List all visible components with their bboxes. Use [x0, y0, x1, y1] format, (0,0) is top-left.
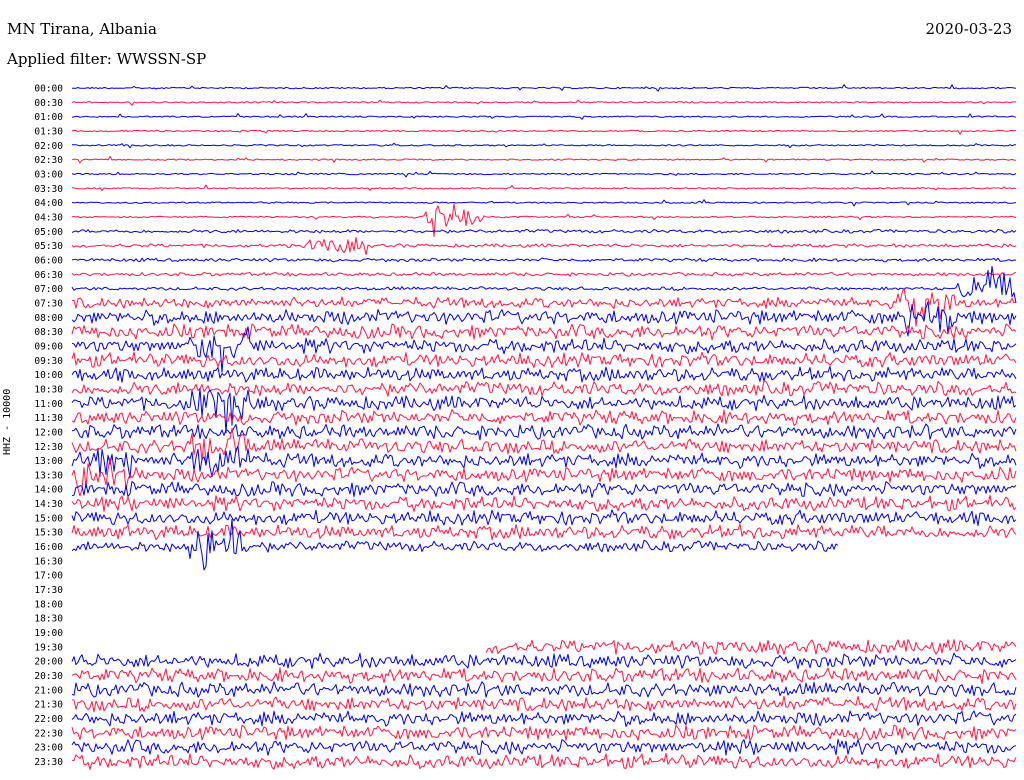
trace-line	[71, 681, 1017, 698]
trace-line	[71, 423, 1017, 441]
trace-line	[71, 509, 1017, 527]
time-tick-label: 04:30	[34, 212, 63, 223]
time-tick-label: 18:30	[34, 614, 63, 625]
time-tick-label: 13:00	[34, 456, 63, 467]
time-tick-label: 06:00	[34, 255, 63, 266]
time-tick-label: 02:30	[34, 155, 63, 166]
time-tick-label: 12:30	[34, 442, 63, 453]
time-tick-label: 10:00	[34, 370, 63, 381]
trace-line	[71, 667, 1017, 684]
time-tick-label: 20:00	[34, 657, 63, 668]
time-tick-label: 01:00	[34, 112, 63, 123]
time-tick-label: 00:30	[34, 98, 63, 109]
trace-line	[71, 99, 1016, 106]
trace-line	[71, 184, 1017, 192]
time-tick-label: 03:00	[34, 169, 63, 180]
time-tick-label: 09:00	[34, 341, 63, 352]
time-tick-label: 11:00	[34, 399, 63, 410]
trace-line	[71, 652, 1017, 670]
time-tick-label: 14:00	[34, 485, 63, 496]
time-tick-label: 06:30	[34, 270, 63, 281]
trace-line	[71, 518, 839, 571]
trace-line	[71, 287, 1017, 327]
trace-line	[72, 257, 1017, 263]
trace-line	[71, 494, 1017, 512]
trace-line	[71, 203, 1017, 238]
trace-line	[71, 271, 1017, 277]
time-tick-label: 15:00	[34, 513, 63, 524]
trace-line	[71, 457, 1017, 497]
time-tick-label: 20:30	[34, 671, 63, 682]
time-tick-label: 16:00	[34, 542, 63, 553]
time-tick-label: 16:30	[34, 556, 63, 567]
trace-line	[71, 170, 1017, 178]
trace-line	[71, 199, 1017, 207]
time-tick-label: 11:30	[34, 413, 63, 424]
trace-line	[71, 129, 1017, 135]
time-tick-label: 00:00	[34, 84, 63, 95]
trace-line	[71, 428, 1017, 463]
time-tick-label: 10:30	[34, 384, 63, 395]
time-tick-label: 17:00	[34, 571, 63, 582]
trace-line	[71, 481, 1017, 498]
trace-line	[71, 142, 1017, 149]
time-tick-label: 18:00	[34, 599, 63, 610]
time-tick-label: 01:30	[34, 126, 63, 137]
trace-line	[71, 752, 1017, 770]
helicorder-chart: 00:00 00:30 01:00 01:30 02:00 02:30 03:00 03:30…	[34, 84, 1017, 770]
time-tick-label: 05:00	[34, 227, 63, 238]
trace-line	[485, 639, 1017, 655]
time-tick-label: 12:00	[34, 427, 63, 438]
time-tick-label: 19:30	[34, 642, 63, 653]
time-tick-label: 13:30	[34, 470, 63, 481]
time-tick-label: 21:00	[34, 685, 63, 696]
time-tick-label: 05:30	[34, 241, 63, 252]
trace-line	[72, 84, 1017, 92]
trace-line	[71, 366, 1017, 383]
time-tick-label: 08:00	[34, 313, 63, 324]
trace-line	[71, 113, 1017, 120]
time-tick-label: 22:30	[34, 728, 63, 739]
trace-line	[71, 380, 1017, 397]
time-tick-label: 14:30	[34, 499, 63, 510]
time-tick-label: 23:00	[34, 743, 63, 754]
trace-line	[71, 695, 1017, 713]
trace-line	[71, 387, 1017, 434]
trace-line	[71, 351, 1017, 368]
time-tick-label: 03:30	[34, 184, 63, 195]
time-tick-label: 04:00	[34, 198, 63, 209]
time-tick-label: 17:30	[34, 585, 63, 596]
trace-line	[71, 409, 1017, 426]
trace-line	[71, 738, 1017, 756]
time-tick-label: 07:30	[34, 298, 63, 309]
trace-line	[71, 228, 1017, 234]
time-tick-label: 21:30	[34, 700, 63, 711]
trace-line	[71, 237, 1017, 256]
time-tick-label: 09:30	[34, 356, 63, 367]
time-tick-label: 15:30	[34, 528, 63, 539]
time-tick-label: 19:00	[34, 628, 63, 639]
time-tick-label: 23:30	[34, 757, 63, 768]
trace-line	[71, 265, 1017, 304]
time-tick-label: 07:00	[34, 284, 63, 295]
time-tick-label: 22:00	[34, 714, 63, 725]
time-tick-label: 02:00	[34, 141, 63, 152]
trace-line	[71, 523, 1017, 541]
trace-line	[71, 710, 1017, 727]
trace-line	[71, 724, 1017, 741]
trace-line	[71, 156, 1017, 164]
time-tick-label: 08:30	[34, 327, 63, 338]
